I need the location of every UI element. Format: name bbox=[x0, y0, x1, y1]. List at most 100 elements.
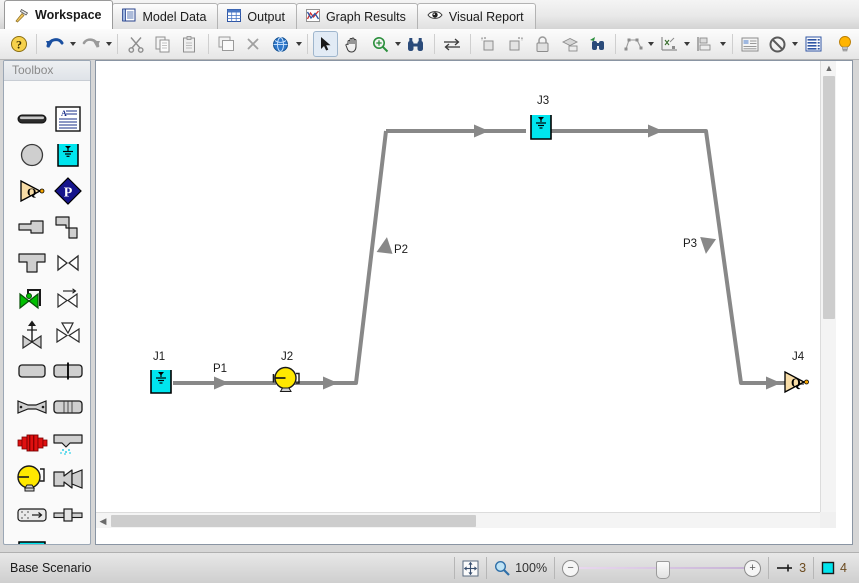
select-pointer-icon bbox=[320, 37, 331, 51]
hints-button[interactable] bbox=[833, 31, 858, 57]
fit-to-window-button[interactable] bbox=[462, 560, 479, 577]
duplicate-button[interactable] bbox=[214, 31, 239, 57]
screen-tool-icon bbox=[53, 400, 83, 414]
toolbox-item-spray-discharge[interactable] bbox=[51, 426, 85, 460]
toolbox-item-assigned-pressure[interactable]: P bbox=[51, 174, 85, 208]
toolbox-item-screen[interactable] bbox=[51, 390, 85, 424]
check-valve-tool-icon bbox=[57, 288, 78, 309]
scroll-left-arrow-icon[interactable]: ◀ bbox=[96, 513, 110, 528]
workspace-canvas[interactable]: Q J1 J2 J3 J4 P1 P2 P3 ▲ ▼ ◀ ▶ bbox=[96, 61, 836, 528]
toolbox-item-pump[interactable] bbox=[15, 462, 49, 496]
pipe-drawing-mode-button[interactable] bbox=[621, 31, 646, 57]
special-condition-dropdown-button[interactable] bbox=[791, 32, 800, 56]
eye-icon bbox=[427, 9, 443, 24]
svg-text:Q: Q bbox=[27, 185, 36, 199]
workspace-frame: Q J1 J2 J3 J4 P1 P2 P3 ▲ ▼ ◀ ▶ bbox=[95, 60, 853, 545]
canvas-vertical-scrollbar[interactable]: ▲ ▼ bbox=[820, 61, 836, 528]
pan-tool-button[interactable] bbox=[340, 31, 365, 57]
redo-dropdown-button[interactable] bbox=[104, 32, 113, 56]
reverse-direction-button[interactable] bbox=[440, 31, 465, 57]
heat-exchanger-tool-icon bbox=[17, 434, 48, 452]
canvas-horizontal-scrollbar[interactable]: ◀ ▶ bbox=[96, 512, 836, 528]
redo-button[interactable] bbox=[78, 31, 103, 57]
annotation-dropdown-button[interactable] bbox=[683, 32, 692, 56]
tab-workspace[interactable]: Workspace bbox=[4, 0, 114, 29]
annotation-button[interactable] bbox=[657, 31, 682, 57]
delete-button[interactable] bbox=[241, 31, 266, 57]
zoom-out-button[interactable]: − bbox=[562, 559, 580, 577]
zoom-level-indicator[interactable]: 100% bbox=[494, 560, 547, 576]
zoom-slider[interactable] bbox=[579, 560, 745, 579]
pipe-drawing-dropdown-button[interactable] bbox=[647, 32, 656, 56]
tab-model-data[interactable]: Model Data bbox=[112, 3, 219, 29]
toolbox-item-annotation[interactable]: A bbox=[51, 102, 85, 136]
send-to-back-button[interactable] bbox=[503, 31, 528, 57]
toolbox-item-valve[interactable] bbox=[51, 246, 85, 280]
scroll-up-arrow-icon[interactable]: ▲ bbox=[821, 61, 836, 75]
junction-J4[interactable]: Q bbox=[782, 369, 812, 398]
control-valve-tool-icon bbox=[19, 289, 41, 310]
bring-to-front-button[interactable] bbox=[476, 31, 501, 57]
layers-button[interactable] bbox=[557, 31, 582, 57]
horizontal-scroll-thumb[interactable] bbox=[111, 515, 476, 527]
toolbox-item-orifice[interactable] bbox=[51, 354, 85, 388]
junction-label-J2: J2 bbox=[281, 351, 294, 363]
lock-object-button[interactable] bbox=[530, 31, 555, 57]
global-edit-dropdown-button[interactable] bbox=[294, 32, 303, 56]
toolbox-item-check-valve[interactable] bbox=[51, 282, 85, 316]
toolbox-item-branch[interactable] bbox=[15, 138, 49, 172]
toolbox-item-volume-balance[interactable] bbox=[15, 498, 49, 532]
junction-J3[interactable] bbox=[527, 111, 555, 144]
cut-button[interactable] bbox=[123, 31, 148, 57]
tab-output[interactable]: Output bbox=[217, 3, 297, 29]
help-button[interactable]: ? bbox=[6, 31, 31, 57]
pipe-P1[interactable] bbox=[173, 376, 276, 390]
zoom-tool-button[interactable] bbox=[367, 31, 392, 57]
find-object-button[interactable] bbox=[585, 31, 610, 57]
find-button[interactable] bbox=[403, 31, 428, 57]
workspace-list-button[interactable] bbox=[801, 31, 826, 57]
tee-tool-icon bbox=[18, 253, 46, 273]
toolbox-item-relief-valve[interactable] bbox=[15, 318, 49, 352]
pipe-label-P1: P1 bbox=[213, 363, 228, 375]
pipe-P3[interactable] bbox=[549, 124, 804, 390]
toolbox-item-pipe[interactable] bbox=[15, 102, 49, 136]
tank-icon bbox=[150, 370, 172, 394]
toolbox-item-tank[interactable] bbox=[51, 138, 85, 172]
toolbox-item-assigned-flow[interactable]: Q bbox=[15, 174, 49, 208]
special-condition-button[interactable] bbox=[765, 31, 790, 57]
junction-J2[interactable] bbox=[272, 364, 300, 397]
toolbox-item-dead-end[interactable] bbox=[15, 210, 49, 244]
align-dropdown-button[interactable] bbox=[719, 32, 728, 56]
toolbox-item-static-element[interactable] bbox=[51, 498, 85, 532]
toolbox-item-tee[interactable] bbox=[15, 246, 49, 280]
tab-label: Workspace bbox=[35, 8, 102, 22]
zoom-dropdown-button[interactable] bbox=[394, 32, 403, 56]
align-icon bbox=[697, 37, 711, 51]
toolbox-item-venturi[interactable] bbox=[15, 390, 49, 424]
align-button[interactable] bbox=[693, 31, 718, 57]
junction-J1[interactable] bbox=[148, 368, 174, 399]
global-edit-button[interactable] bbox=[268, 31, 293, 57]
tab-visual-report[interactable]: Visual Report bbox=[416, 3, 536, 29]
select-tool-button[interactable] bbox=[312, 31, 339, 57]
tab-label: Graph Results bbox=[325, 9, 406, 24]
status-bar-right-group: 100% − + 3 4 bbox=[447, 553, 859, 583]
undo-dropdown-button[interactable] bbox=[68, 32, 77, 56]
toolbox-item-bend[interactable] bbox=[51, 210, 85, 244]
pipe-P2[interactable] bbox=[293, 124, 526, 390]
toolbox-item-area-change[interactable] bbox=[51, 462, 85, 496]
zoom-slider-thumb[interactable] bbox=[656, 561, 671, 579]
tab-graph-results[interactable]: Graph Results bbox=[295, 3, 418, 29]
toolbox-item-control-valve[interactable] bbox=[15, 282, 49, 316]
toolbox-item-three-way-valve[interactable] bbox=[51, 318, 85, 352]
toolbox-item-heat-exchanger[interactable] bbox=[15, 426, 49, 460]
toolbox-item-reservoir[interactable] bbox=[15, 534, 49, 544]
zoom-in-button[interactable]: + bbox=[744, 559, 762, 577]
undo-button[interactable] bbox=[42, 31, 67, 57]
notes-button[interactable] bbox=[737, 31, 762, 57]
vertical-scroll-thumb[interactable] bbox=[823, 76, 835, 319]
toolbox-item-general-component[interactable] bbox=[15, 354, 49, 388]
paste-button[interactable] bbox=[177, 31, 202, 57]
copy-button[interactable] bbox=[150, 31, 175, 57]
